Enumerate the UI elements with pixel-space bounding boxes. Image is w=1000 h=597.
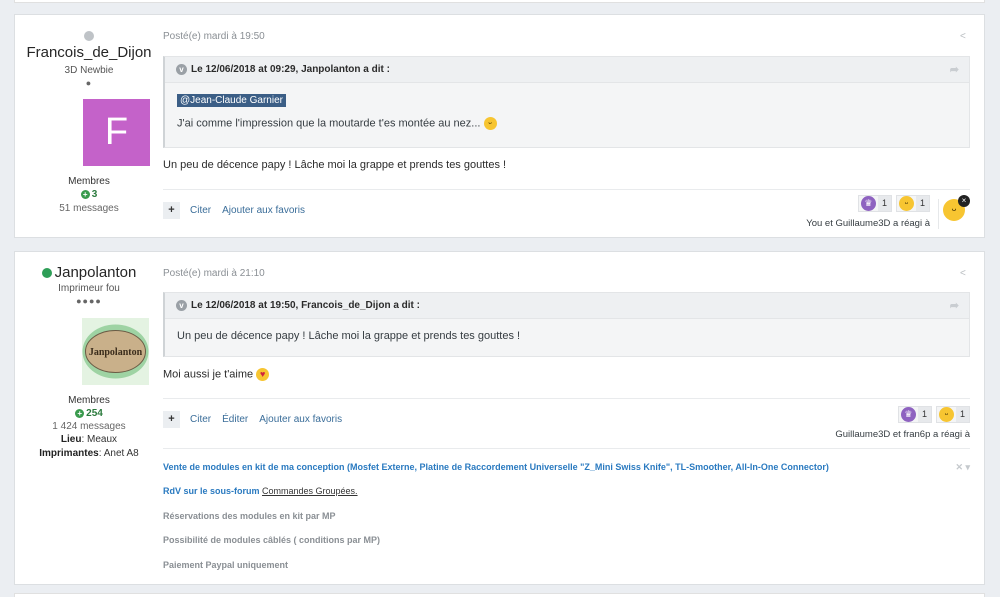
group-orders-link[interactable]: Commandes Groupées. bbox=[262, 486, 358, 496]
location-value: : Meaux bbox=[81, 434, 118, 445]
plus-circle-icon: + bbox=[75, 408, 85, 418]
offline-status-dot bbox=[84, 31, 94, 44]
location-line: Lieu: Meaux bbox=[15, 434, 163, 445]
share-icon[interactable]: < bbox=[960, 31, 970, 42]
post-date[interactable]: Posté(e) mardi à 19:50 bbox=[163, 31, 265, 42]
quote-text: J'ai comme l'impression que la moutarde … bbox=[177, 117, 481, 130]
avatar-image: Janpolanton bbox=[82, 318, 149, 385]
quote-citation: Le 12/06/2018 at 09:29, Janpolanton a di… bbox=[191, 64, 390, 75]
post-text: Un peu de décence papy ! Lâche moi la gr… bbox=[163, 159, 507, 171]
post-controls: + Citer Ajouter aux favoris bbox=[163, 202, 316, 219]
post-text: Moi aussi je t'aime bbox=[163, 368, 254, 381]
multiquote-button[interactable]: + bbox=[163, 202, 180, 219]
reaction-chip-laugh[interactable]: ᵕ1 bbox=[935, 406, 970, 423]
multiquote-button[interactable]: + bbox=[163, 411, 180, 428]
post-date[interactable]: Posté(e) mardi à 21:10 bbox=[163, 268, 265, 279]
divider bbox=[163, 189, 970, 190]
signature-line-5: Paiement Paypal uniquement bbox=[163, 560, 289, 570]
reputation: +3 bbox=[15, 189, 163, 200]
signature-line-2: RdV sur le sous-forum Commandes Groupées… bbox=[163, 486, 358, 496]
member-group: Membres bbox=[68, 176, 110, 187]
author-name-row: Janpolanton bbox=[15, 264, 163, 281]
jump-arrow-icon[interactable]: ➦ bbox=[950, 57, 959, 83]
post-controls: + Citer Éditer Ajouter aux favoris bbox=[163, 411, 353, 428]
previous-post-edge bbox=[14, 0, 985, 3]
signature-divider bbox=[163, 448, 970, 449]
signature-hide-icon[interactable]: ✕ ▾ bbox=[955, 462, 970, 473]
reputation-value: 3 bbox=[91, 189, 98, 200]
quote-block: v Le 12/06/2018 at 09:29, Janpolanton a d… bbox=[163, 56, 970, 148]
avatar-letter: F bbox=[83, 99, 150, 166]
reaction-chip-laugh[interactable]: ᵕ1 bbox=[895, 195, 930, 212]
signature-line-4: Possibilité de modules câblés ( conditio… bbox=[163, 535, 381, 545]
message-count[interactable]: 1 424 messages bbox=[15, 421, 163, 432]
reputation-value: 254 bbox=[86, 408, 103, 419]
author-title: 3D Newbie bbox=[64, 65, 114, 76]
trophy-icon: ♛ bbox=[900, 407, 916, 422]
reaction-count: 1 bbox=[877, 196, 891, 211]
post-janpolanton: Janpolanton Imprimeur fou ●●●● Janpolant… bbox=[14, 251, 985, 585]
reaction-chip-trophy[interactable]: ♛ 1 bbox=[857, 195, 892, 212]
printers-value: : Anet A8 bbox=[98, 448, 139, 459]
avatar[interactable]: F bbox=[83, 99, 150, 166]
printers-label: Imprimantes bbox=[39, 448, 99, 459]
svg-text:Janpolanton: Janpolanton bbox=[89, 347, 143, 358]
reaction-summary-text[interactable]: Guillaume3D et fran6p a réagi à bbox=[835, 429, 970, 440]
member-group: Membres bbox=[68, 395, 110, 406]
signature: Vente de modules en kit de ma conception… bbox=[163, 460, 970, 580]
next-post-edge bbox=[14, 593, 985, 597]
message-count[interactable]: 51 messages bbox=[15, 203, 163, 214]
rank-pips: ●●●● bbox=[76, 296, 102, 306]
quote-body: Un peu de décence papy ! Lâche moi la gr… bbox=[165, 330, 969, 342]
favorite-link[interactable]: Ajouter aux favoris bbox=[259, 414, 342, 425]
quote-body: @Jean-Claude Garnier J'ai comme l'impres… bbox=[165, 94, 969, 130]
author-title: Imprimeur fou bbox=[58, 283, 120, 294]
quote-citation: Le 12/06/2018 at 19:50, Francois_de_Dijo… bbox=[191, 300, 420, 311]
location-label: Lieu bbox=[60, 434, 82, 445]
laughing-emoji-icon: ᵕ bbox=[483, 117, 497, 130]
plus-circle-icon: + bbox=[80, 189, 90, 199]
laugh-icon: ᵕ bbox=[938, 407, 954, 422]
reputation: +254 bbox=[15, 408, 163, 419]
quote-header: v Le 12/06/2018 at 09:29, Janpolanton a d… bbox=[165, 57, 969, 83]
reaction-count: 1 bbox=[915, 196, 929, 211]
chevron-down-icon[interactable]: v bbox=[176, 299, 187, 311]
quote-link[interactable]: Citer bbox=[190, 205, 211, 216]
reactions-summary: ♛ 1 ᵕ 1 Guillaume3D et fran6p a réagi à bbox=[835, 406, 970, 440]
reaction-summary-text[interactable]: You et Guillaume3D a réagi à bbox=[806, 218, 930, 229]
divider bbox=[163, 398, 970, 399]
reactions-summary: ♛ 1 ᵕ 1 You et Guillaume3D a réagi à bbox=[806, 195, 930, 229]
laugh-icon: ᵕ bbox=[898, 196, 914, 211]
share-icon[interactable]: < bbox=[960, 268, 970, 279]
signature-line-3: Réservations des modules en kit par MP bbox=[163, 511, 336, 521]
printers-line: Imprimantes: Anet A8 bbox=[15, 448, 163, 459]
quote-header: v Le 12/06/2018 at 19:50, Francois_de_Dij… bbox=[165, 293, 969, 319]
quote-link[interactable]: Citer bbox=[190, 414, 211, 425]
signature-line-2-prefix: RdV sur le sous-forum bbox=[163, 486, 263, 496]
rank-pips: ● bbox=[85, 78, 93, 88]
reaction-separator bbox=[938, 199, 939, 229]
trophy-icon: ♛ bbox=[860, 196, 876, 211]
quote-text: Un peu de décence papy ! Lâche moi la gr… bbox=[177, 330, 521, 342]
author-name[interactable]: Janpolanton bbox=[55, 264, 137, 281]
online-status-dot bbox=[41, 268, 52, 279]
favorite-link[interactable]: Ajouter aux favoris bbox=[222, 205, 305, 216]
jump-arrow-icon[interactable]: ➦ bbox=[950, 293, 959, 319]
chevron-down-icon[interactable]: v bbox=[176, 63, 187, 75]
avatar[interactable]: Janpolanton bbox=[82, 318, 149, 385]
remove-reaction-icon[interactable]: × bbox=[958, 195, 970, 207]
author-name[interactable]: Francois_de_Dijon bbox=[15, 44, 163, 61]
reaction-chip-trophy[interactable]: ♛ 1 bbox=[897, 406, 932, 423]
reaction-count: 1 bbox=[955, 407, 969, 422]
edit-link[interactable]: Éditer bbox=[222, 414, 248, 425]
quote-block: v Le 12/06/2018 at 19:50, Francois_de_Dij… bbox=[163, 292, 970, 357]
user-mention[interactable]: @Jean-Claude Garnier bbox=[177, 94, 286, 107]
post-text-row: Moi aussi je t'aime ♥ bbox=[163, 368, 270, 381]
post-francois: Francois_de_Dijon 3D Newbie ● F Membres … bbox=[14, 14, 985, 238]
reaction-count: 1 bbox=[917, 407, 931, 422]
heart-eyes-emoji-icon: ♥ bbox=[256, 368, 270, 381]
signature-line-1[interactable]: Vente de modules en kit de ma conception… bbox=[163, 462, 829, 472]
